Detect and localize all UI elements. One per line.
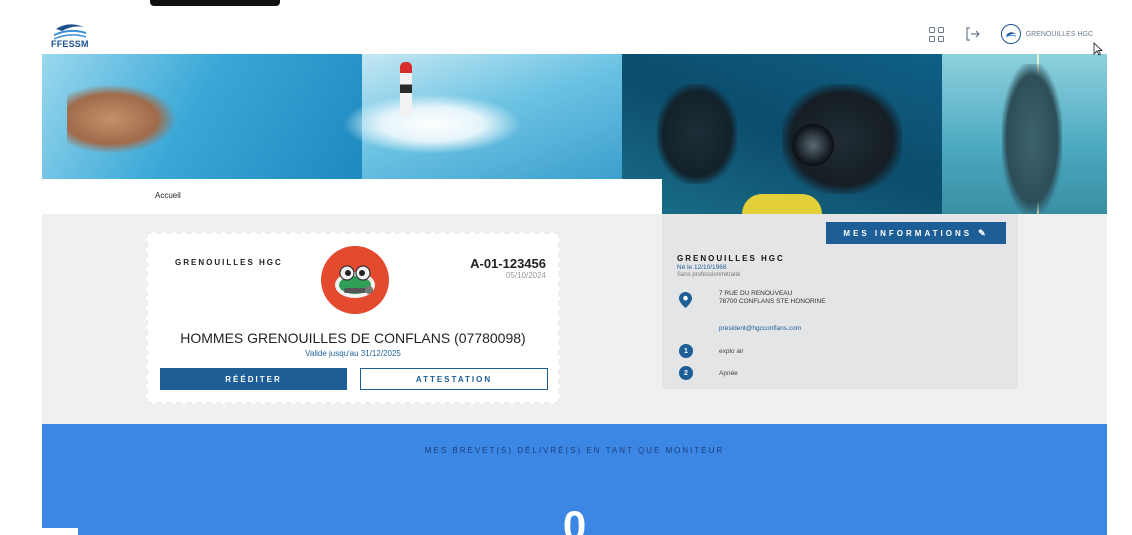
diver-shape	[657, 84, 737, 184]
club-logo-icon	[321, 246, 389, 314]
camera-shape	[792, 124, 834, 166]
address-line-1: 7 RUE DU RENOUVEAU	[719, 290, 793, 297]
logo-text: FFESSM	[51, 39, 89, 49]
brevets-count: 0	[562, 502, 587, 535]
member-profession: Sans profession/retraité	[677, 272, 741, 278]
brevets-title: MES BREVET(S) DÉLIVRÉ(S) EN TANT QUE MON…	[424, 446, 725, 455]
club-full-name: HOMMES GRENOUILLES DE CONFLANS (07780098…	[180, 330, 526, 346]
freediver-shape	[1002, 64, 1062, 214]
card-club-name: GRENOUILLES HGC	[175, 258, 283, 267]
coral-shape	[742, 194, 822, 214]
member-email[interactable]: president@hgcconflans.com	[719, 325, 801, 332]
mes-informations-label: MES INFORMATIONS	[843, 228, 973, 238]
address-line-2: 78700 CONFLANS STE HONORINE	[719, 298, 826, 305]
breadcrumb-home[interactable]: Accueil	[155, 191, 181, 200]
top-strip-cut	[150, 0, 280, 6]
breadcrumb: Accueil	[42, 179, 662, 214]
user-avatar-icon	[1000, 24, 1021, 44]
licence-card: GRENOUILLES HGC A-01-123456 05/10/2024 H…	[146, 232, 560, 404]
attestation-button[interactable]: ATTESTATION	[360, 368, 548, 390]
activity-label-2: Apnée	[719, 370, 738, 377]
bottom-edge	[0, 528, 78, 535]
user-menu[interactable]: GRENOUILLES HGC	[1000, 24, 1093, 44]
mouse-cursor-icon	[1093, 42, 1103, 56]
member-name: GRENOUILLES HGC	[677, 254, 785, 263]
licence-date: 05/10/2024	[505, 271, 546, 280]
pencil-icon: ✎	[978, 227, 989, 238]
reediter-button[interactable]: RÉÉDITER	[160, 368, 347, 390]
swimmer-shape	[67, 84, 177, 154]
header: FFESSM GRENOUILLES HGC	[42, 14, 1107, 54]
buoy-shape	[400, 62, 412, 118]
mes-informations-button[interactable]: MES INFORMATIONS ✎	[826, 222, 1006, 244]
user-name: GRENOUILLES HGC	[1025, 30, 1093, 38]
activity-label-1: explo air	[719, 348, 744, 355]
location-pin-icon	[679, 292, 692, 308]
licence-number: A-01-123456	[470, 256, 546, 271]
licence-validity: Valide jusqu'au 31/12/2025	[305, 349, 401, 358]
top-strip	[0, 0, 1132, 8]
splash-shape	[342, 94, 522, 154]
activity-number-2: 2	[679, 366, 693, 380]
brevets-section: MES BREVET(S) DÉLIVRÉ(S) EN TANT QUE MON…	[42, 424, 1107, 535]
app-frame: FFESSM GRENOUILLES HGC Accueil MES INFOR…	[42, 14, 1107, 535]
header-actions: GRENOUILLES HGC	[929, 14, 1107, 54]
grid-icon[interactable]	[929, 26, 945, 42]
logout-icon[interactable]	[965, 26, 981, 42]
member-birthdate: Né le 12/10/1968	[677, 264, 727, 271]
activity-number-1: 1	[679, 344, 693, 358]
